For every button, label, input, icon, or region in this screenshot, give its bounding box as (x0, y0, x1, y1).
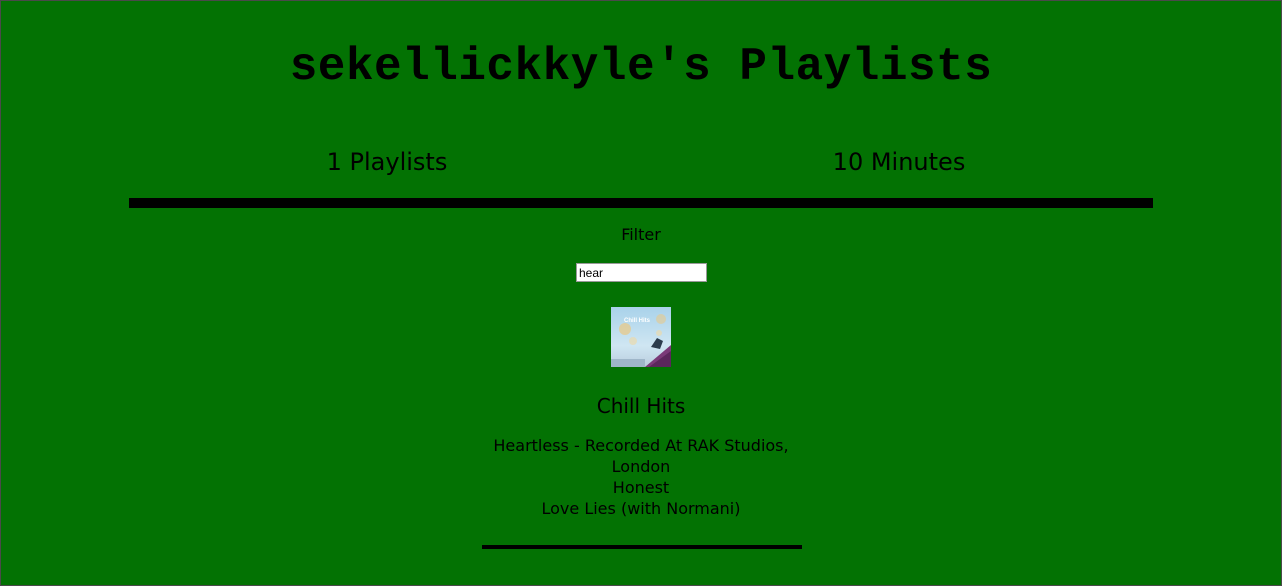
track-list: Heartless - Recorded At RAK Studios, Lon… (481, 435, 801, 519)
playlists-page: sekellickkyle's Playlists 1 Playlists 10… (0, 0, 1282, 586)
playlist-cover-art: Chill Hits (611, 307, 671, 367)
page-title: sekellickkyle's Playlists (289, 41, 993, 93)
playlist-count: 1 Playlists (326, 148, 448, 176)
track-item: Heartless - Recorded At RAK Studios, Lon… (493, 436, 789, 476)
total-minutes: 10 Minutes (832, 148, 966, 176)
track-item: Love Lies (with Normani) (541, 499, 741, 518)
playlist-divider (482, 545, 802, 549)
playlist-cover-image[interactable]: Chill Hits (611, 307, 671, 367)
cover-title-text: Chill Hits (624, 318, 651, 324)
filter-input[interactable] (576, 263, 707, 282)
header-divider (129, 198, 1153, 208)
playlist-name: Chill Hits (596, 394, 686, 418)
track-item: Honest (612, 478, 670, 497)
filter-label: Filter (621, 225, 661, 244)
